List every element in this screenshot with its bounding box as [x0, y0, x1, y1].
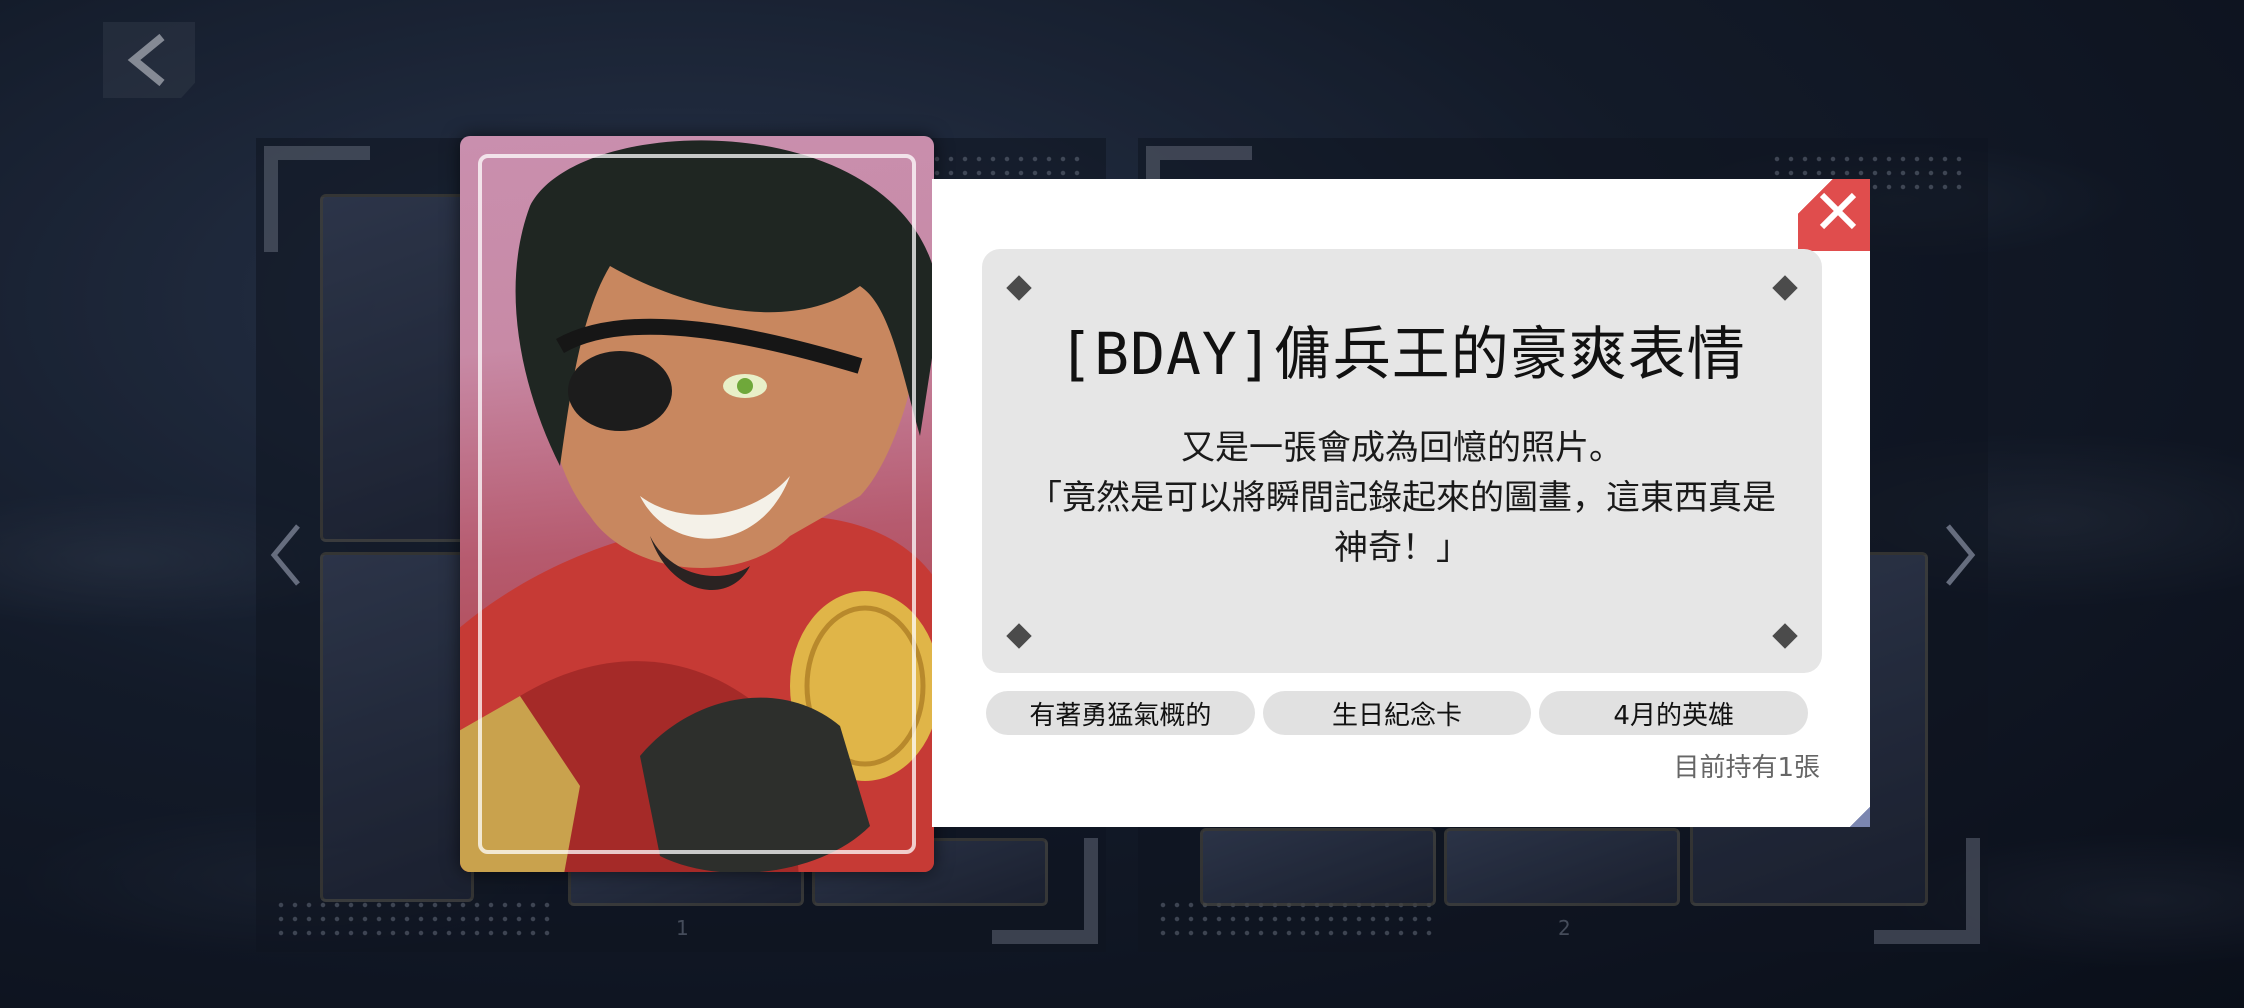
diamond-ornament — [1772, 275, 1798, 301]
tag-list: 有著勇猛氣概的 生日紀念卡 4月的英雄 — [986, 691, 1809, 735]
card-description: 又是一張會成為回憶的照片。 「竟然是可以將瞬間記錄起來的圖畫，這東西真是 神奇！… — [1002, 423, 1802, 573]
close-button[interactable] — [1798, 179, 1870, 251]
card-title: [BDAY]傭兵王的豪爽表情 — [1058, 320, 1746, 388]
tag-badge: 生日紀念卡 — [1262, 691, 1532, 735]
card-illustration — [460, 136, 934, 872]
description-line: 「竟然是可以將瞬間記錄起來的圖畫，這東西真是 — [1028, 478, 1776, 518]
tag-badge: 有著勇猛氣概的 — [986, 691, 1255, 735]
diamond-ornament — [1006, 623, 1032, 649]
card-frame — [478, 154, 916, 854]
owned-count: 目前持有1張 — [1673, 753, 1820, 783]
close-icon — [1819, 192, 1857, 230]
tag-badge: 4月的英雄 — [1539, 691, 1809, 735]
card-info-panel: [BDAY]傭兵王的豪爽表情 又是一張會成為回憶的照片。 「竟然是可以將瞬間記錄… — [932, 179, 1870, 827]
description-box: [BDAY]傭兵王的豪爽表情 又是一張會成為回憶的照片。 「竟然是可以將瞬間記錄… — [982, 249, 1822, 673]
panel-fold-decoration — [1850, 807, 1870, 827]
description-line: 又是一張會成為回憶的照片。 — [1181, 428, 1623, 468]
description-line: 神奇！」 — [1334, 528, 1470, 568]
diamond-ornament — [1772, 623, 1798, 649]
diamond-ornament — [1006, 275, 1032, 301]
